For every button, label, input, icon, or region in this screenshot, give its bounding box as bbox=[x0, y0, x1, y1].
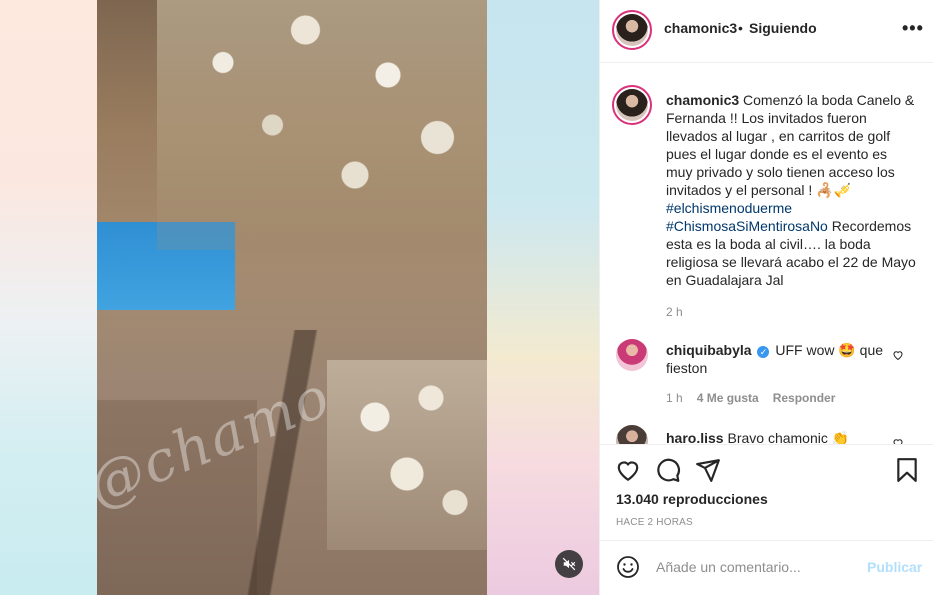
views-count[interactable]: 13.040 reproducciones bbox=[616, 491, 768, 507]
video-flower-centerpiece bbox=[327, 360, 487, 550]
media-background-right bbox=[487, 0, 599, 595]
reply-button[interactable]: Responder bbox=[773, 391, 836, 405]
post-actions: 13.040 reproducciones Hace 2 horas bbox=[600, 444, 933, 540]
header-username[interactable]: chamonic3 bbox=[664, 20, 737, 36]
speaker-muted-icon bbox=[562, 557, 576, 571]
post-header: chamonic3 • Siguiendo ••• bbox=[600, 0, 933, 63]
share-icon[interactable] bbox=[695, 457, 721, 483]
comment-time[interactable]: 1 h bbox=[666, 391, 683, 405]
caption-emojis: 🦂🎺 bbox=[816, 182, 852, 198]
comment-input[interactable] bbox=[656, 555, 856, 579]
caption-avatar[interactable] bbox=[616, 89, 648, 121]
add-comment-bar: Publicar bbox=[600, 540, 933, 595]
comment-text: haro.liss Bravo chamonic 👏 bbox=[666, 429, 891, 444]
following-button[interactable]: Siguiendo bbox=[749, 20, 817, 36]
media-background-left bbox=[0, 0, 97, 595]
comment-body: Bravo chamonic 👏 bbox=[727, 430, 850, 444]
mute-button[interactable] bbox=[555, 550, 583, 578]
caption-time[interactable]: 2 h bbox=[666, 303, 916, 321]
comment-avatar[interactable] bbox=[616, 339, 648, 371]
heart-icon[interactable] bbox=[615, 457, 641, 483]
comment-meta: 1 h 4 Me gusta Responder bbox=[666, 391, 835, 405]
post-media[interactable]: @chamo bbox=[0, 0, 599, 595]
hashtag-link[interactable]: #ChismosaSiMentirosaNo bbox=[666, 218, 828, 234]
more-options-icon[interactable]: ••• bbox=[902, 18, 924, 39]
comment-username[interactable]: haro.liss bbox=[666, 430, 724, 444]
video-flower-ceiling bbox=[157, 0, 487, 250]
comment-likes[interactable]: 4 Me gusta bbox=[697, 391, 759, 405]
comment-username[interactable]: chiquibabyla bbox=[666, 342, 752, 358]
comment-text: chiquibabyla ✓ UFF wow 🤩 que fieston bbox=[666, 341, 891, 377]
video-frame[interactable]: @chamo bbox=[97, 0, 487, 595]
avatar[interactable] bbox=[616, 14, 648, 46]
post-caption: chamonic3 Comenzó la boda Canelo & Ferna… bbox=[666, 91, 916, 321]
post-timestamp[interactable]: Hace 2 horas bbox=[616, 517, 693, 528]
verified-badge-icon: ✓ bbox=[757, 346, 770, 358]
comment-avatar[interactable] bbox=[616, 425, 648, 444]
bookmark-icon[interactable] bbox=[894, 457, 920, 483]
smiley-icon[interactable] bbox=[616, 555, 640, 579]
comment-like-icon[interactable] bbox=[892, 349, 904, 361]
comments-list[interactable]: chamonic3 Comenzó la boda Canelo & Ferna… bbox=[600, 63, 933, 444]
header-separator: • bbox=[738, 20, 743, 36]
caption-username[interactable]: chamonic3 bbox=[666, 92, 739, 108]
post-side-panel: chamonic3 • Siguiendo ••• chamonic3 Come… bbox=[599, 0, 933, 595]
publish-button[interactable]: Publicar bbox=[867, 559, 922, 575]
hashtag-link[interactable]: #elchismenoduerme bbox=[666, 200, 792, 216]
comment-icon[interactable] bbox=[655, 457, 681, 483]
comment-like-icon[interactable] bbox=[892, 437, 904, 444]
